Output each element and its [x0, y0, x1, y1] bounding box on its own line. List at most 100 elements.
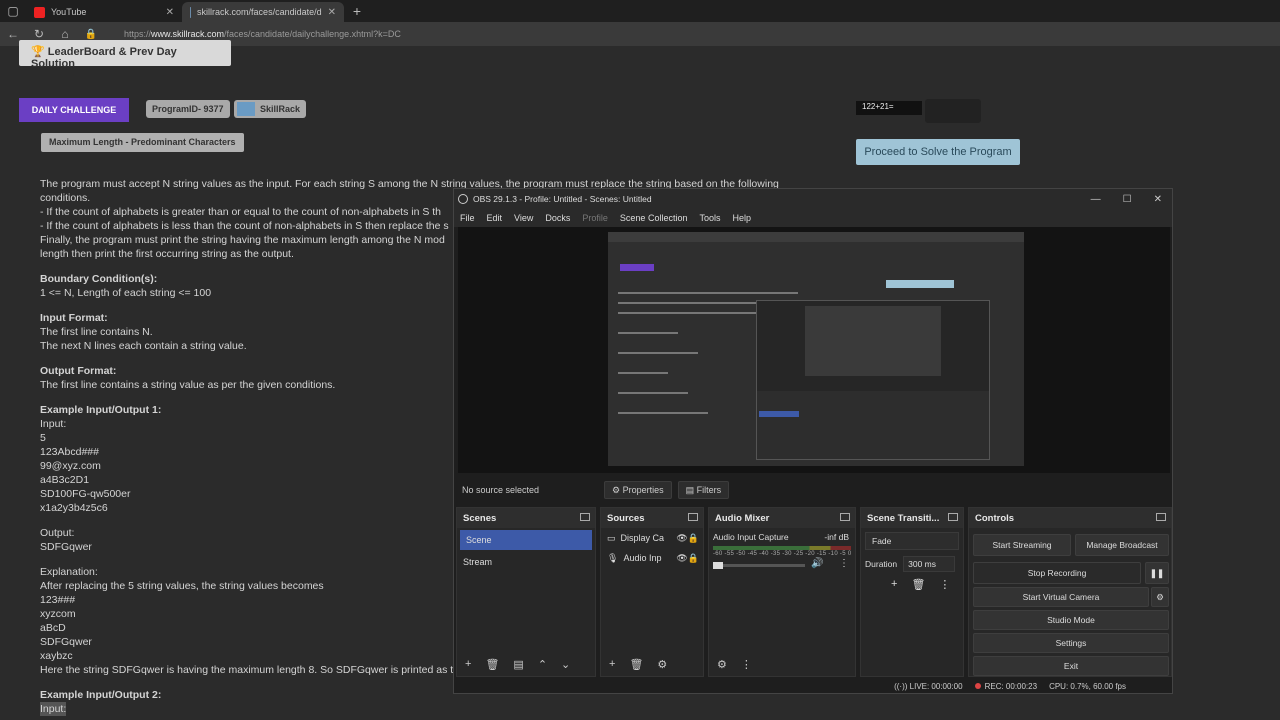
browser-tab-bar: ▢ YouTube ✕ skillrack.com/faces/candidat… [0, 0, 1280, 22]
gear-icon[interactable]: ⚙ [657, 658, 667, 671]
duration-input[interactable]: 300 ms [903, 556, 956, 572]
scene-transitions-dock: Scene Transiti... Fade Duration 300 ms +… [860, 507, 964, 677]
source-toolbar: No source selected ⚙ Properties ▤ Filter… [458, 479, 1170, 501]
reload-icon[interactable]: ↻ [26, 27, 52, 41]
obs-logo-icon [458, 194, 468, 204]
new-tab-icon[interactable]: + [344, 3, 370, 19]
proceed-button[interactable]: Proceed to Solve the Program [856, 139, 1020, 165]
sources-dock: Sources ▭ Display Ca 👁🔒 🎙 Audio Inp 👁🔒 + 🗑 ⚙ [600, 507, 704, 677]
more-icon[interactable]: ⋮ [741, 658, 752, 671]
menu-docks[interactable]: Docks [545, 213, 570, 223]
more-icon[interactable]: ⋮ [939, 578, 950, 591]
close-icon[interactable]: ✕ [1154, 194, 1162, 205]
trash-icon[interactable]: 🗑 [911, 578, 925, 591]
cpu-status: CPU: 0.7%, 60.00 fps [1049, 681, 1126, 691]
monitor-icon: ▭ [607, 533, 616, 543]
gear-icon[interactable]: ⚙ [1151, 587, 1169, 607]
undock-icon[interactable] [840, 513, 850, 521]
trash-icon[interactable]: 🗑 [485, 658, 499, 671]
minimize-icon[interactable]: — [1091, 194, 1101, 205]
url-field[interactable]: https://www.skillrack.com/faces/candidat… [124, 29, 401, 39]
add-icon[interactable]: + [891, 578, 897, 591]
manage-broadcast-button[interactable]: Manage Broadcast [1075, 534, 1169, 556]
scenes-title: Scenes [463, 513, 497, 524]
studio-mode-button[interactable]: Studio Mode [973, 610, 1169, 630]
undock-icon[interactable] [688, 513, 698, 521]
controls-dock: Controls Start Streaming Manage Broadcas… [968, 507, 1172, 677]
scene-item[interactable]: Scene [460, 530, 592, 550]
eye-lock-icon[interactable]: 👁🔒 [676, 548, 703, 568]
chevron-down-icon[interactable]: ⌄ [561, 658, 570, 671]
chevron-up-icon[interactable]: ⌃ [538, 658, 547, 671]
duration-value: 300 ms [908, 559, 937, 569]
undock-icon[interactable] [948, 513, 958, 521]
menu-edit[interactable]: Edit [487, 213, 503, 223]
menu-scene-collection[interactable]: Scene Collection [620, 213, 688, 223]
mixer-level: -inf dB [824, 532, 849, 542]
broadcast-icon: ((·)) [894, 681, 910, 691]
undock-icon[interactable] [1156, 513, 1166, 521]
leaderboard-button[interactable]: 🏆 LeaderBoard & Prev Day Solution [19, 40, 231, 70]
gear-icon[interactable]: ⚙ [717, 658, 727, 671]
scenes-dock: Scenes Scene Stream + 🗑 ▤ ⌃ ⌄ [456, 507, 596, 677]
maximize-icon[interactable]: ☐ [1123, 194, 1132, 205]
audio-mixer-dock: Audio Mixer Audio Input Capture -inf dB … [708, 507, 856, 677]
source-item[interactable]: 🎙 Audio Inp 👁🔒 [601, 548, 703, 568]
mixer-title: Audio Mixer [715, 513, 770, 524]
add-icon[interactable]: + [465, 658, 471, 670]
undock-icon[interactable] [580, 513, 590, 521]
eye-lock-icon[interactable]: 👁🔒 [676, 528, 703, 548]
close-icon[interactable]: ✕ [328, 7, 336, 18]
example2-input-label: Input: [40, 702, 67, 716]
tab-youtube[interactable]: YouTube ✕ [26, 2, 182, 22]
captcha-input[interactable] [925, 99, 981, 123]
menu-view[interactable]: View [514, 213, 533, 223]
filter-icon[interactable]: ▤ [513, 658, 523, 671]
obs-status-bar: ((·)) LIVE: 00:00:00 REC: 00:00:23 CPU: … [454, 679, 1174, 693]
stop-recording-button[interactable]: Stop Recording [973, 562, 1141, 584]
scene-label: Scene [466, 535, 492, 545]
tab-actions-icon[interactable]: ▢ [0, 4, 26, 18]
exit-button[interactable]: Exit [973, 656, 1169, 676]
preview-image [608, 232, 1024, 466]
more-icon[interactable]: ⋮ [839, 558, 849, 569]
add-icon[interactable]: + [609, 658, 615, 670]
source-label: Display Ca [620, 533, 665, 543]
start-streaming-button[interactable]: Start Streaming [973, 534, 1071, 556]
volume-meter [713, 546, 851, 550]
scene-label: Stream [463, 557, 493, 567]
scene-item[interactable]: Stream [457, 552, 595, 572]
menu-file[interactable]: File [460, 213, 475, 223]
captcha-label: 122+21= [856, 101, 922, 115]
menu-tools[interactable]: Tools [699, 213, 720, 223]
close-icon[interactable]: ✕ [166, 7, 174, 18]
lock-icon[interactable]: 🔒 [78, 29, 104, 40]
filter-icon: ▤ [685, 485, 697, 495]
settings-button[interactable]: Settings [973, 633, 1169, 653]
menu-profile[interactable]: Profile [582, 213, 608, 223]
properties-button[interactable]: ⚙ Properties [604, 481, 672, 499]
gear-icon: ⚙ [612, 485, 623, 495]
home-icon[interactable]: ⌂ [52, 27, 78, 41]
tab-skillrack[interactable]: skillrack.com/faces/candidate/d ✕ [182, 2, 344, 22]
duration-label: Duration [865, 559, 898, 569]
no-source-label: No source selected [462, 485, 540, 495]
menu-help[interactable]: Help [732, 213, 751, 223]
transition-value: Fade [872, 536, 892, 546]
youtube-icon [34, 6, 45, 18]
live-status: ((·)) LIVE: 00:00:00 [894, 682, 962, 691]
microphone-icon: 🎙 [607, 553, 619, 563]
back-icon[interactable]: ← [0, 27, 26, 41]
transition-select[interactable]: Fade [865, 532, 959, 550]
start-virtual-camera-button[interactable]: Start Virtual Camera [973, 587, 1149, 607]
pause-icon[interactable]: ❚❚ [1145, 562, 1169, 584]
program-id-badge: ProgramID- 9377 [146, 100, 230, 118]
trash-icon[interactable]: 🗑 [629, 658, 643, 671]
source-item[interactable]: ▭ Display Ca 👁🔒 [601, 528, 703, 548]
filters-button[interactable]: ▤ Filters [677, 481, 730, 499]
record-icon [974, 682, 981, 689]
volume-slider[interactable] [713, 562, 805, 569]
speaker-icon[interactable]: 🔊 [811, 558, 823, 569]
meter-ticks: -60 -55 -50 -45 -40 -35 -30 -25 -20 -15 … [713, 551, 852, 557]
obs-preview[interactable] [458, 227, 1170, 473]
